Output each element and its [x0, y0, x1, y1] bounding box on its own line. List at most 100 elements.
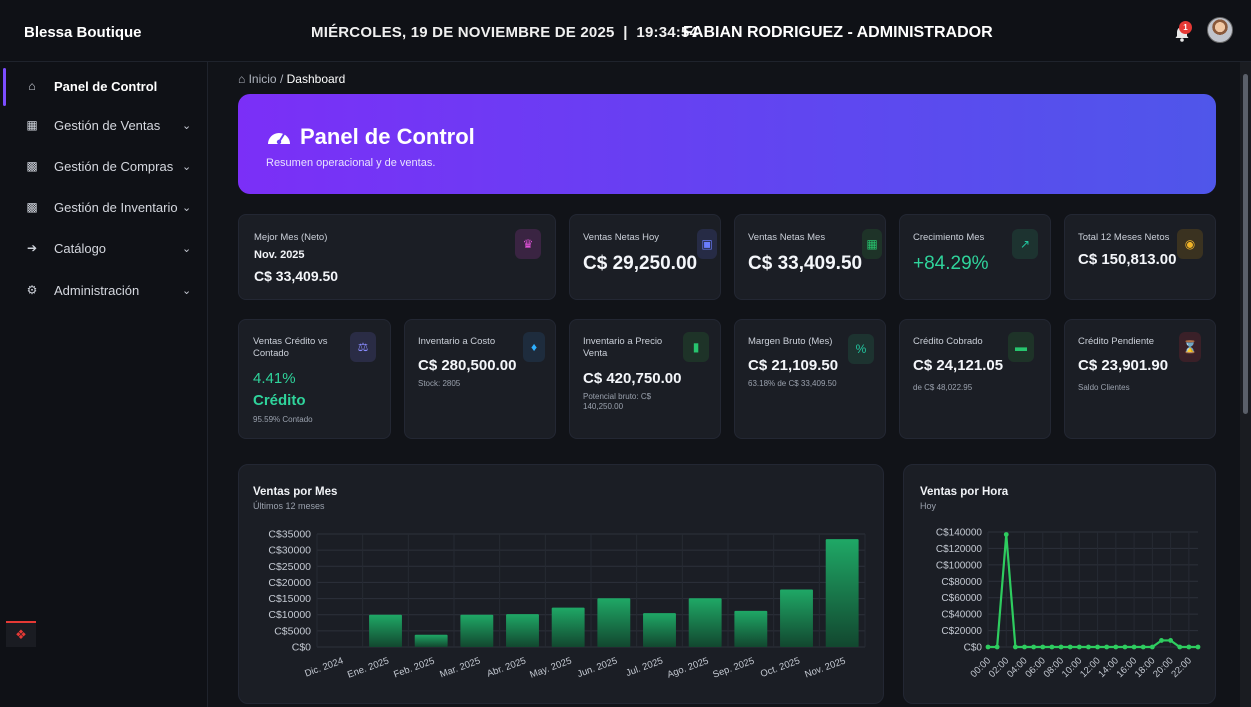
scrollbar-thumb[interactable] — [1243, 74, 1248, 414]
x-tick-label: Mar. 2025 — [438, 655, 481, 680]
x-tick-label: 16:00 — [1115, 655, 1140, 680]
money-icon: ▬ — [1008, 332, 1034, 362]
card-label: Mejor Mes (Neto) — [254, 232, 328, 243]
chevron-down-icon: ⌄ — [182, 242, 192, 255]
card-label: Inventario a Costo — [418, 336, 496, 347]
card-value: +84.29% — [913, 253, 989, 274]
y-tick-label: C$60000 — [941, 593, 982, 604]
card-value: C$ 280,500.00 — [418, 357, 517, 374]
x-tick-label: 22:00 — [1169, 655, 1194, 680]
home-icon[interactable]: ⌂ — [238, 72, 245, 86]
card-label: Crédito Cobrado — [913, 336, 983, 347]
purchases-icon: ▩ — [26, 159, 38, 173]
card-inventario-costo: Inventario a Costo C$ 280,500.00 Stock: … — [404, 319, 556, 439]
card-label: Inventario a Precio Venta — [583, 336, 663, 359]
card-mejor-mes: Mejor Mes (Neto) Nov. 2025 C$ 33,409.50 … — [238, 214, 556, 300]
page-title: Panel de Control — [266, 124, 475, 150]
data-point — [1159, 638, 1164, 643]
card-label: Ventas Netas Hoy — [583, 232, 660, 243]
card-total-12-meses: Total 12 Meses Netos C$ 150,813.00 ◉ — [1064, 214, 1216, 300]
breadcrumb-separator: / — [279, 72, 284, 86]
x-tick-label: 00:00 — [969, 655, 994, 680]
data-point — [1076, 644, 1082, 650]
y-tick-label: C$120000 — [936, 544, 983, 555]
breadcrumb-current: Dashboard — [286, 72, 346, 86]
data-point — [985, 644, 991, 650]
y-tick-label: C$80000 — [941, 577, 982, 588]
bar — [643, 613, 676, 647]
card-value: C$ 23,901.90 — [1078, 357, 1169, 374]
breadcrumb: ⌂ Inicio / Dashboard — [238, 72, 345, 86]
inventory-icon: ▩ — [26, 200, 38, 214]
x-tick-label: 14:00 — [1096, 655, 1121, 680]
trophy-icon: ♛ — [515, 229, 541, 259]
sidebar-item-label: Gestión de Compras — [54, 158, 174, 174]
card-credito-vs-contado: Ventas Crédito vs Contado 4.41% Crédito … — [238, 319, 391, 439]
y-tick-label: C$15000 — [268, 593, 311, 605]
scrollbar[interactable] — [1240, 62, 1251, 707]
x-tick-label: Ago. 2025 — [666, 655, 710, 680]
sidebar-item-compras[interactable]: ▩ Gestión de Compras ⌄ — [0, 148, 208, 184]
chevron-down-icon: ⌄ — [182, 119, 192, 132]
card-sub: de C$ 48,022.95 — [913, 383, 973, 392]
percent-icon: % — [848, 334, 874, 364]
sidebar-item-panel-de-control[interactable]: ⌂ Panel de Control — [0, 68, 208, 106]
bar-chart: C$35000 C$30000 C$25000 C$20000 C$15000 C$100… — [268, 529, 866, 681]
hourglass-icon: ⌛ — [1179, 332, 1201, 362]
panel-ventas-por-mes: Ventas por Mes Últimos 12 meses C$35000 C… — [238, 464, 884, 704]
chevron-down-icon: ⌄ — [182, 201, 192, 214]
sidebar-item-inventario[interactable]: ▩ Gestión de Inventario ⌄ — [0, 189, 208, 225]
y-tick-label: C$5000 — [274, 625, 311, 637]
bar — [734, 610, 768, 647]
scale-icon: ⚖ — [350, 332, 376, 362]
sidebar-item-administracion[interactable]: ⚙ Administración ⌄ — [0, 272, 208, 308]
card-sub: 95.59% Contado — [253, 415, 313, 424]
data-point — [1012, 644, 1018, 650]
panel-ventas-por-hora: Ventas por Hora Hoy C$140000 C$120000 C$10… — [903, 464, 1216, 704]
card-sub: Stock: 2805 — [418, 379, 461, 388]
sidebar-item-label: Gestión de Ventas — [54, 117, 161, 133]
x-tick-label: 02:00 — [987, 655, 1012, 680]
data-point — [1104, 644, 1110, 650]
card-value: C$ 150,813.00 — [1078, 251, 1177, 268]
card-value: C$ 24,121.05 — [913, 357, 1004, 374]
user-name: FABIAN RODRIGUEZ - ADMINISTRADOR — [683, 24, 993, 41]
bar — [780, 589, 813, 647]
x-tick-label: 08:00 — [1042, 655, 1067, 680]
x-tick-label: 10:00 — [1060, 655, 1085, 680]
sidebar-item-catalogo[interactable]: ➔ Catálogo ⌄ — [0, 230, 208, 266]
card-sub: 63.18% de C$ 33,409.50 — [748, 379, 837, 388]
bar — [369, 614, 402, 647]
x-tick-label: Abr. 2025 — [486, 655, 528, 679]
sidebar-item-label: Administración — [54, 282, 140, 298]
card-crecimiento: Crecimiento Mes +84.29% ↗ — [899, 214, 1051, 300]
data-point — [1131, 644, 1137, 650]
bar — [688, 598, 722, 647]
card-value: C$ 33,409.50 — [748, 253, 863, 274]
chart-bar-icon: ▮ — [683, 332, 709, 362]
x-tick-label: Oct. 2025 — [759, 655, 801, 679]
avatar[interactable] — [1207, 17, 1233, 43]
card-sub: Saldo Clientes — [1078, 383, 1130, 392]
data-point — [1122, 644, 1128, 650]
data-point — [1149, 644, 1155, 650]
card-value: 4.41% — [253, 370, 296, 387]
data-point — [1140, 644, 1146, 650]
chevron-down-icon: ⌄ — [182, 284, 192, 297]
card-label: Ventas Netas Mes — [748, 232, 826, 243]
y-tick-label: C$0 — [292, 642, 311, 654]
card-value: C$ 33,409.50 — [254, 268, 339, 284]
bar — [597, 598, 631, 647]
data-point — [1168, 638, 1174, 643]
data-point — [1177, 644, 1183, 650]
sidebar-item-ventas[interactable]: ▦ Gestión de Ventas ⌄ — [0, 107, 208, 143]
card-credito-pendiente: Crédito Pendiente C$ 23,901.90 Saldo Cli… — [1064, 319, 1216, 439]
bar — [506, 614, 539, 647]
data-point — [1031, 644, 1037, 650]
breadcrumb-home[interactable]: Inicio — [249, 72, 277, 86]
coins-icon: ◉ — [1177, 229, 1203, 259]
page-title-text: Panel de Control — [300, 124, 475, 149]
data-point — [1058, 644, 1064, 650]
brand-name[interactable]: Blessa Boutique — [24, 24, 142, 41]
calendar-icon: ▦ — [862, 229, 882, 259]
